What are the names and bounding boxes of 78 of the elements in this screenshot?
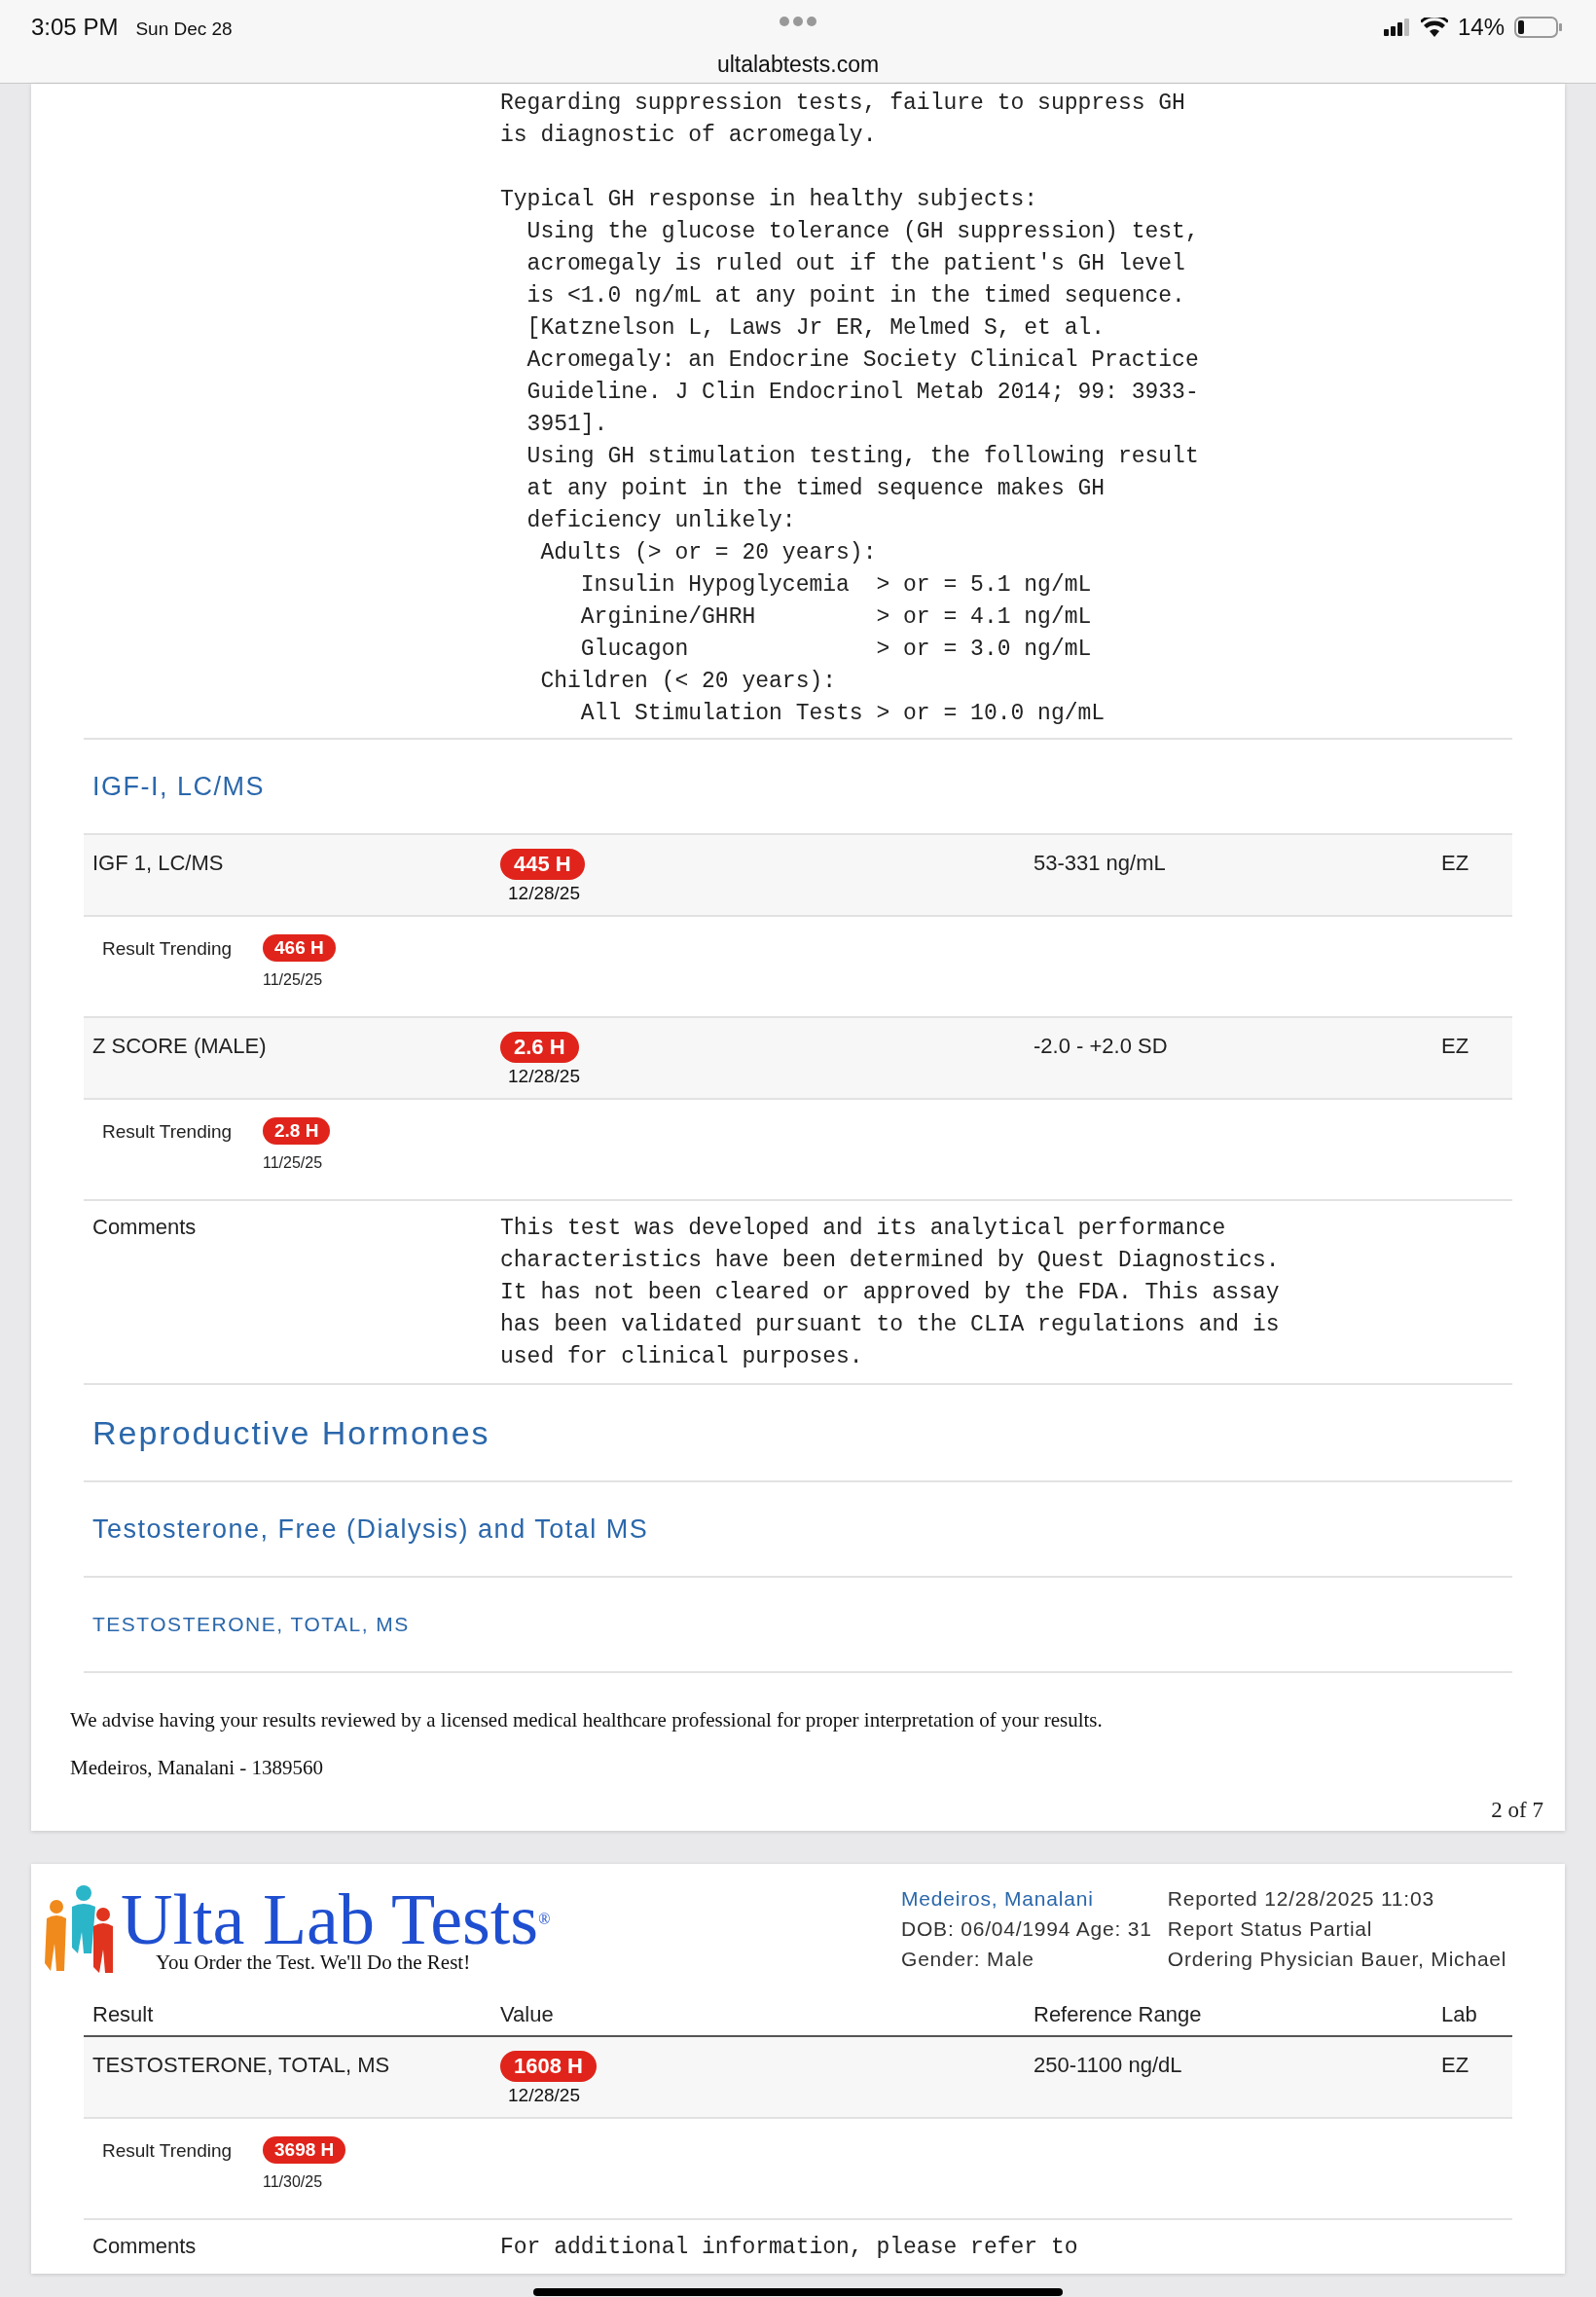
note-line: Children (< 20 years): — [539, 668, 838, 696]
note-line: Glucagon > or = 3.0 ng/mL — [579, 636, 1093, 664]
status-date: Sun Dec 28 — [135, 18, 233, 40]
reference-range: 53-331 ng/mL — [1034, 850, 1167, 877]
trending-badge: 3698 H — [263, 2136, 346, 2164]
trending-label: Result Trending — [102, 2139, 234, 2163]
result-date: 12/28/25 — [508, 1066, 580, 1087]
patient-name: Medeiros, Manalani — [901, 1886, 1095, 1912]
lab-code: EZ — [1441, 1033, 1470, 1060]
comment-line: It has not been cleared or approved by the FDA. This assay — [500, 1279, 1281, 1307]
test-name: IGF 1, LC/MS — [92, 850, 225, 877]
more-icon[interactable] — [779, 16, 817, 27]
logo-wordmark: Ulta Lab Tests$^{®}$ — [121, 1888, 551, 1951]
note-line: All Stimulation Tests > or = 10.0 ng/mL — [579, 700, 1106, 728]
trending-label: Result Trending — [102, 937, 234, 961]
trending-badge: 466 H — [263, 934, 336, 962]
reference-range: -2.0 - +2.0 SD — [1034, 1033, 1169, 1060]
note-line: [Katznelson L, Laws Jr ER, Melmed S, et al. — [526, 314, 1106, 343]
patient-gender: Gender: Male — [901, 1947, 1035, 1972]
report-info: Ordering Physician Bauer, Michael — [1167, 1947, 1507, 1972]
comments-label: Comments — [92, 1214, 198, 1241]
test-name: Z SCORE (MALE) — [92, 1033, 268, 1060]
column-header: Reference Range — [1034, 2001, 1203, 2028]
lab-code: EZ — [1441, 2052, 1470, 2079]
battery-icon — [1514, 17, 1563, 38]
note-line: is diagnostic of acromegaly. — [500, 122, 878, 150]
result-date: 12/28/25 — [508, 883, 580, 904]
value-badge: 1608 H — [500, 2051, 597, 2082]
note-line: Adults (> or = 20 years): — [539, 539, 878, 567]
page-number: 2 of 7 — [1491, 1798, 1543, 1822]
section-title: Reproductive Hormones — [92, 1413, 490, 1452]
test-name: TESTOSTERONE, TOTAL, MS — [92, 2052, 391, 2079]
test-title: TESTOSTERONE, TOTAL, MS — [92, 1613, 410, 1636]
patient-dob: DOB: 06/04/1994 Age: 31 — [901, 1916, 1152, 1942]
disclaimer-text: We advise having your results reviewed by a licensed medical healthcare professional for proper interpretation of your results. — [70, 1708, 1104, 1732]
column-header: Lab — [1441, 2001, 1478, 2028]
battery-percent: 14% — [1457, 14, 1505, 41]
note-line: Using the glucose tolerance (GH suppression) test, — [526, 218, 1200, 246]
note-line: Insulin Hypoglycemia > or = 5.1 ng/mL — [579, 571, 1093, 600]
note-line: Regarding suppression tests, failure to suppress GH — [500, 90, 1186, 118]
note-line: deficiency unlikely: — [526, 507, 797, 535]
trending-badge: 2.8 H — [263, 1117, 331, 1145]
note-line: Arginine/GHRH > or = 4.1 ng/mL — [579, 603, 1093, 632]
note-line: Typical GH response in healthy subjects: — [500, 186, 1039, 214]
column-header: Value — [500, 2001, 555, 2028]
comment-line: used for clinical purposes. — [500, 1343, 864, 1371]
value-badge: 2.6 H — [500, 1032, 579, 1063]
trending-label: Result Trending — [102, 1120, 234, 1144]
panel-title: IGF-I, LC/MS — [92, 771, 265, 802]
note-line: 3951]. — [526, 411, 609, 439]
report-info: Reported 12/28/2025 11:03 — [1167, 1886, 1435, 1912]
note-line: is <1.0 ng/mL at any point in the timed sequence. — [526, 282, 1186, 310]
note-line: at any point in the timed sequence makes GH — [526, 475, 1106, 503]
column-header: Result — [92, 2001, 155, 2028]
comment-line: characteristics have been determined by Quest Diagnostics. — [500, 1247, 1281, 1275]
comments-label: Comments — [92, 2233, 198, 2260]
value-badge: 445 H — [500, 849, 585, 880]
lab-code: EZ — [1441, 850, 1470, 877]
note-line: Using GH stimulation testing, the following result — [526, 443, 1200, 471]
patient-line: Medeiros, Manalani - 1389560 — [70, 1756, 325, 1780]
result-date: 12/28/25 — [508, 2085, 580, 2106]
signal-icon — [1383, 18, 1411, 36]
panel-title: Testosterone, Free (Dialysis) and Total MS — [92, 1513, 649, 1545]
status-time: 3:05 PM — [31, 14, 119, 41]
trending-date: 11/25/25 — [263, 971, 323, 989]
comment-line: has been validated pursuant to the CLIA regulations and is — [500, 1311, 1281, 1339]
comment-line: This test was developed and its analytical performance — [500, 1215, 1227, 1243]
note-line: acromegaly is ruled out if the patient's GH level — [526, 250, 1186, 278]
note-line: Acromegaly: an Endocrine Society Clinical Practice — [526, 346, 1200, 375]
trending-date: 11/25/25 — [263, 1154, 323, 1172]
comment-line: For additional information, please refer to — [500, 2234, 1079, 2262]
trending-date: 11/30/25 — [263, 2173, 323, 2191]
report-info: Report Status Partial — [1167, 1916, 1374, 1942]
address-url[interactable]: ultalabtests.com — [0, 52, 1596, 78]
note-line: Guideline. J Clin Endocrinol Metab 2014; 99: 3933- — [526, 379, 1200, 407]
reference-range: 250-1100 ng/dL — [1034, 2052, 1183, 2079]
wifi-icon — [1420, 18, 1448, 37]
logo-tagline: You Order the Test. We'll Do the Rest! — [156, 1951, 472, 1975]
